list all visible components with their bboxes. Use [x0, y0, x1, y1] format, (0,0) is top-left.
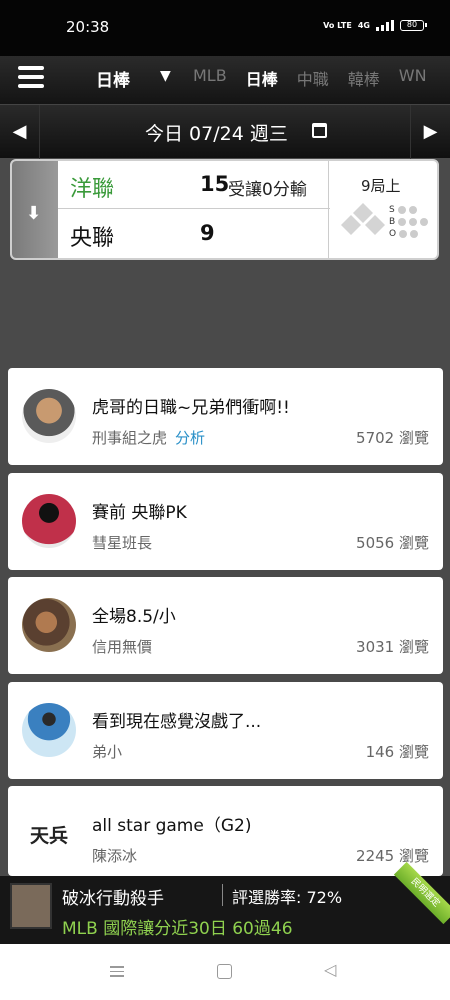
league-dropdown[interactable]: 日棒 [96, 66, 130, 91]
team-row-away: 洋聯 15 受讓0分輸 [58, 161, 330, 209]
post-tag[interactable]: 分析 [175, 429, 205, 447]
avatar [22, 703, 76, 757]
back-icon[interactable]: ◁ [324, 960, 336, 979]
network-type: 4G [357, 20, 370, 30]
away-team-name: 洋聯 [70, 177, 115, 202]
list-item[interactable]: 虎哥的日職~兄弟們衝啊!! 刑事組之虎 分析 5702 瀏覽 [8, 368, 443, 465]
post-author: 陳添冰 [92, 847, 138, 865]
caret-down-icon[interactable]: ▼ [160, 68, 171, 84]
post-views: 5702 瀏覽 [356, 429, 429, 447]
post-author: 彗星班長 [92, 534, 153, 552]
list-item[interactable]: 看到現在感覺沒戲了... 弟小 146 瀏覽 [8, 682, 443, 779]
game-score-card[interactable]: ⬇ 洋聯 15 受讓0分輸 央聯 9 9局上 S B O [10, 159, 439, 260]
tab-npb[interactable]: 日棒 [246, 66, 278, 90]
promo-win-rate: 評選勝率: 72% [232, 888, 343, 907]
post-author: 刑事組之虎 分析 [92, 429, 206, 447]
tab-mlb[interactable]: MLB [193, 66, 227, 90]
post-views: 146 瀏覽 [365, 743, 429, 761]
status-time: 20:38 [66, 18, 110, 36]
volte-icon: Vo LTE [323, 20, 352, 30]
battery-icon: 80 [400, 20, 427, 31]
avatar [22, 494, 76, 548]
post-title: 全場8.5/小 [92, 607, 176, 627]
inning-panel: 9局上 S B O [328, 161, 437, 258]
post-views: 3031 瀏覽 [356, 638, 429, 656]
ball-label: B [389, 217, 396, 227]
system-nav-bar: ◁ [0, 944, 450, 1000]
promo-banner[interactable]: 破冰行動殺手 評選勝率: 72% MLB 國際讓分近30日 60過46 民明選定 [0, 861, 450, 944]
post-views: 5056 瀏覽 [356, 534, 429, 552]
expand-button[interactable]: ⬇ [12, 161, 58, 258]
post-title: 看到現在感覺沒戲了... [92, 712, 262, 732]
tab-wn[interactable]: WN [399, 66, 427, 90]
post-title: 虎哥的日職~兄弟們衝啊!! [92, 398, 290, 418]
strike-label: S [389, 205, 395, 215]
promo-record: MLB 國際讓分近30日 60過46 [62, 919, 293, 939]
top-nav: 日棒 ▼ MLB 日棒 中職 韓棒 WN [0, 56, 450, 104]
list-item[interactable]: 全場8.5/小 信用無價 3031 瀏覽 [8, 577, 443, 674]
out-label: O [389, 229, 397, 239]
home-icon[interactable] [217, 964, 232, 979]
signal-icon [376, 20, 394, 31]
team-row-home: 央聯 9 [58, 210, 330, 258]
tab-cpbl[interactable]: 中職 [297, 66, 329, 90]
arrow-down-icon: ⬇ [26, 203, 42, 224]
base-diamond-icon [341, 203, 385, 235]
tab-kbo[interactable]: 韓棒 [348, 66, 380, 90]
avatar [22, 598, 76, 652]
recent-apps-icon[interactable] [110, 966, 124, 980]
post-title: 賽前 央聯PK [92, 503, 187, 523]
home-team-name: 央聯 [70, 226, 115, 251]
promo-avatar [10, 883, 52, 929]
prev-day-arrow-icon[interactable]: ◀ [0, 105, 40, 159]
avatar [22, 389, 76, 443]
spread-result: 受讓0分輸 [228, 180, 307, 200]
date-label[interactable]: 今日 07/24 週三 [145, 119, 288, 146]
inning-status: 9局上 [361, 177, 401, 195]
status-icons: Vo LTE 4G 80 [323, 20, 427, 31]
post-views: 2245 瀏覽 [356, 847, 429, 865]
sbo-indicator: S B O [389, 204, 429, 240]
promo-name: 破冰行動殺手 [62, 889, 164, 909]
status-bar: 20:38 Vo LTE 4G 80 [0, 0, 450, 56]
next-day-arrow-icon[interactable]: ▶ [410, 105, 450, 159]
hamburger-menu-icon[interactable] [18, 66, 44, 90]
away-team-score: 15 [200, 172, 230, 196]
league-tabs: MLB 日棒 中職 韓棒 WN [193, 66, 427, 90]
list-item[interactable]: 天兵 all star game（G2) 陳添冰 2245 瀏覽 [8, 786, 443, 876]
post-author: 信用無價 [92, 638, 153, 656]
list-item[interactable]: 賽前 央聯PK 彗星班長 5056 瀏覽 [8, 473, 443, 570]
post-title: all star game（G2) [92, 816, 252, 836]
post-author: 弟小 [92, 743, 123, 761]
divider [222, 884, 223, 906]
home-team-score: 9 [200, 221, 215, 245]
avatar: 天兵 [22, 807, 76, 861]
calendar-icon[interactable] [312, 123, 327, 138]
date-bar: ◀ 今日 07/24 週三 ▶ [0, 104, 450, 159]
